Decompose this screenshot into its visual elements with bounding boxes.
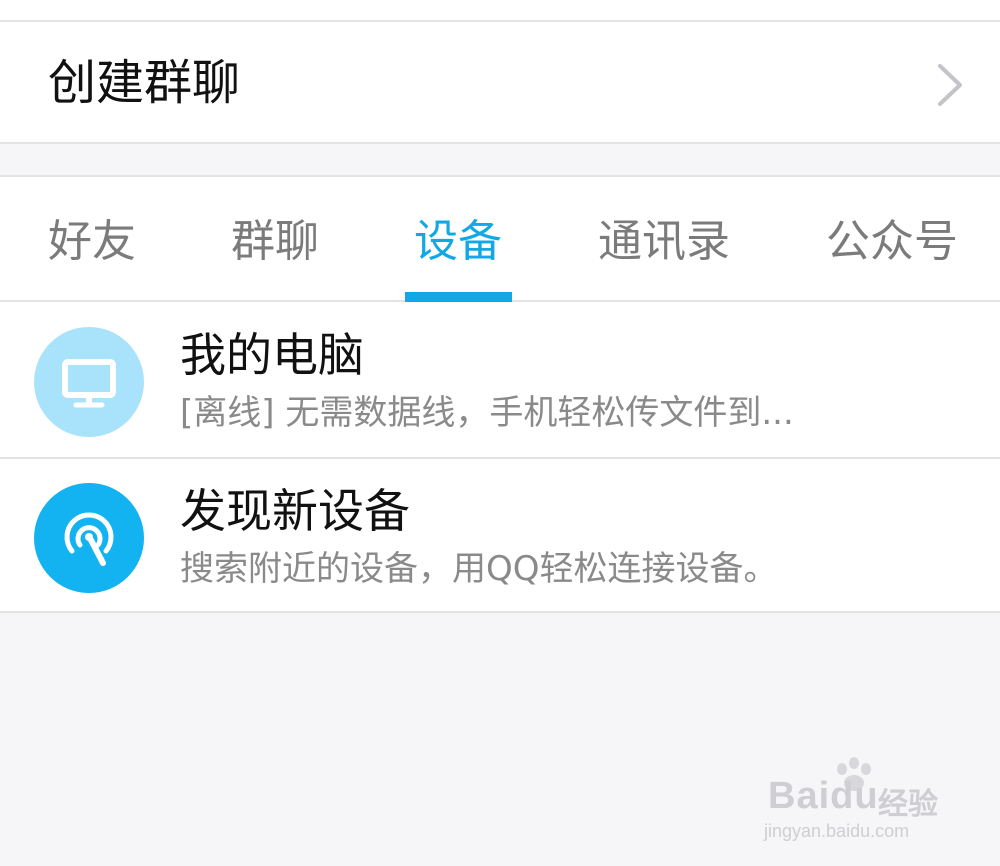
baidu-jingyan-watermark: Baidu 经验 jingyan.baidu.com: [760, 755, 960, 850]
monitor-icon: [34, 327, 144, 437]
chevron-right-icon: [938, 64, 962, 106]
tab-bar: 好友 群聊 设备 通讯录 公众号: [0, 175, 1000, 302]
tab-official-accounts[interactable]: 公众号: [826, 213, 958, 271]
item-subtitle: 搜索附近的设备，用QQ轻松连接设备。: [180, 549, 778, 589]
tab-friends[interactable]: 好友: [48, 213, 136, 271]
item-title: 发现新设备: [180, 484, 410, 538]
radar-signal-icon: [34, 483, 144, 593]
device-list: 我的电脑 [离线] 无需数据线，手机轻松传文件到... 发现新设备 搜索附近的设…: [0, 302, 1000, 613]
item-subtitle: [离线] 无需数据线，手机轻松传文件到...: [180, 393, 794, 433]
list-item-discover-device[interactable]: 发现新设备 搜索附近的设备，用QQ轻松连接设备。: [0, 458, 1000, 613]
create-group-row[interactable]: 创建群聊: [0, 22, 1000, 144]
item-title: 我的电脑: [180, 328, 364, 382]
tab-devices[interactable]: 设备: [414, 213, 502, 271]
watermark-brand: Baidu: [768, 775, 879, 817]
create-group-label: 创建群聊: [48, 55, 241, 111]
list-item-my-computer[interactable]: 我的电脑 [离线] 无需数据线，手机轻松传文件到...: [0, 302, 1000, 457]
active-tab-indicator: [405, 292, 512, 302]
watermark-product: 经验: [878, 787, 938, 822]
tab-contacts[interactable]: 通讯录: [598, 213, 730, 271]
top-strip: [0, 0, 1000, 22]
watermark-url: jingyan.baidu.com: [764, 821, 910, 841]
tab-groups[interactable]: 群聊: [231, 213, 319, 271]
